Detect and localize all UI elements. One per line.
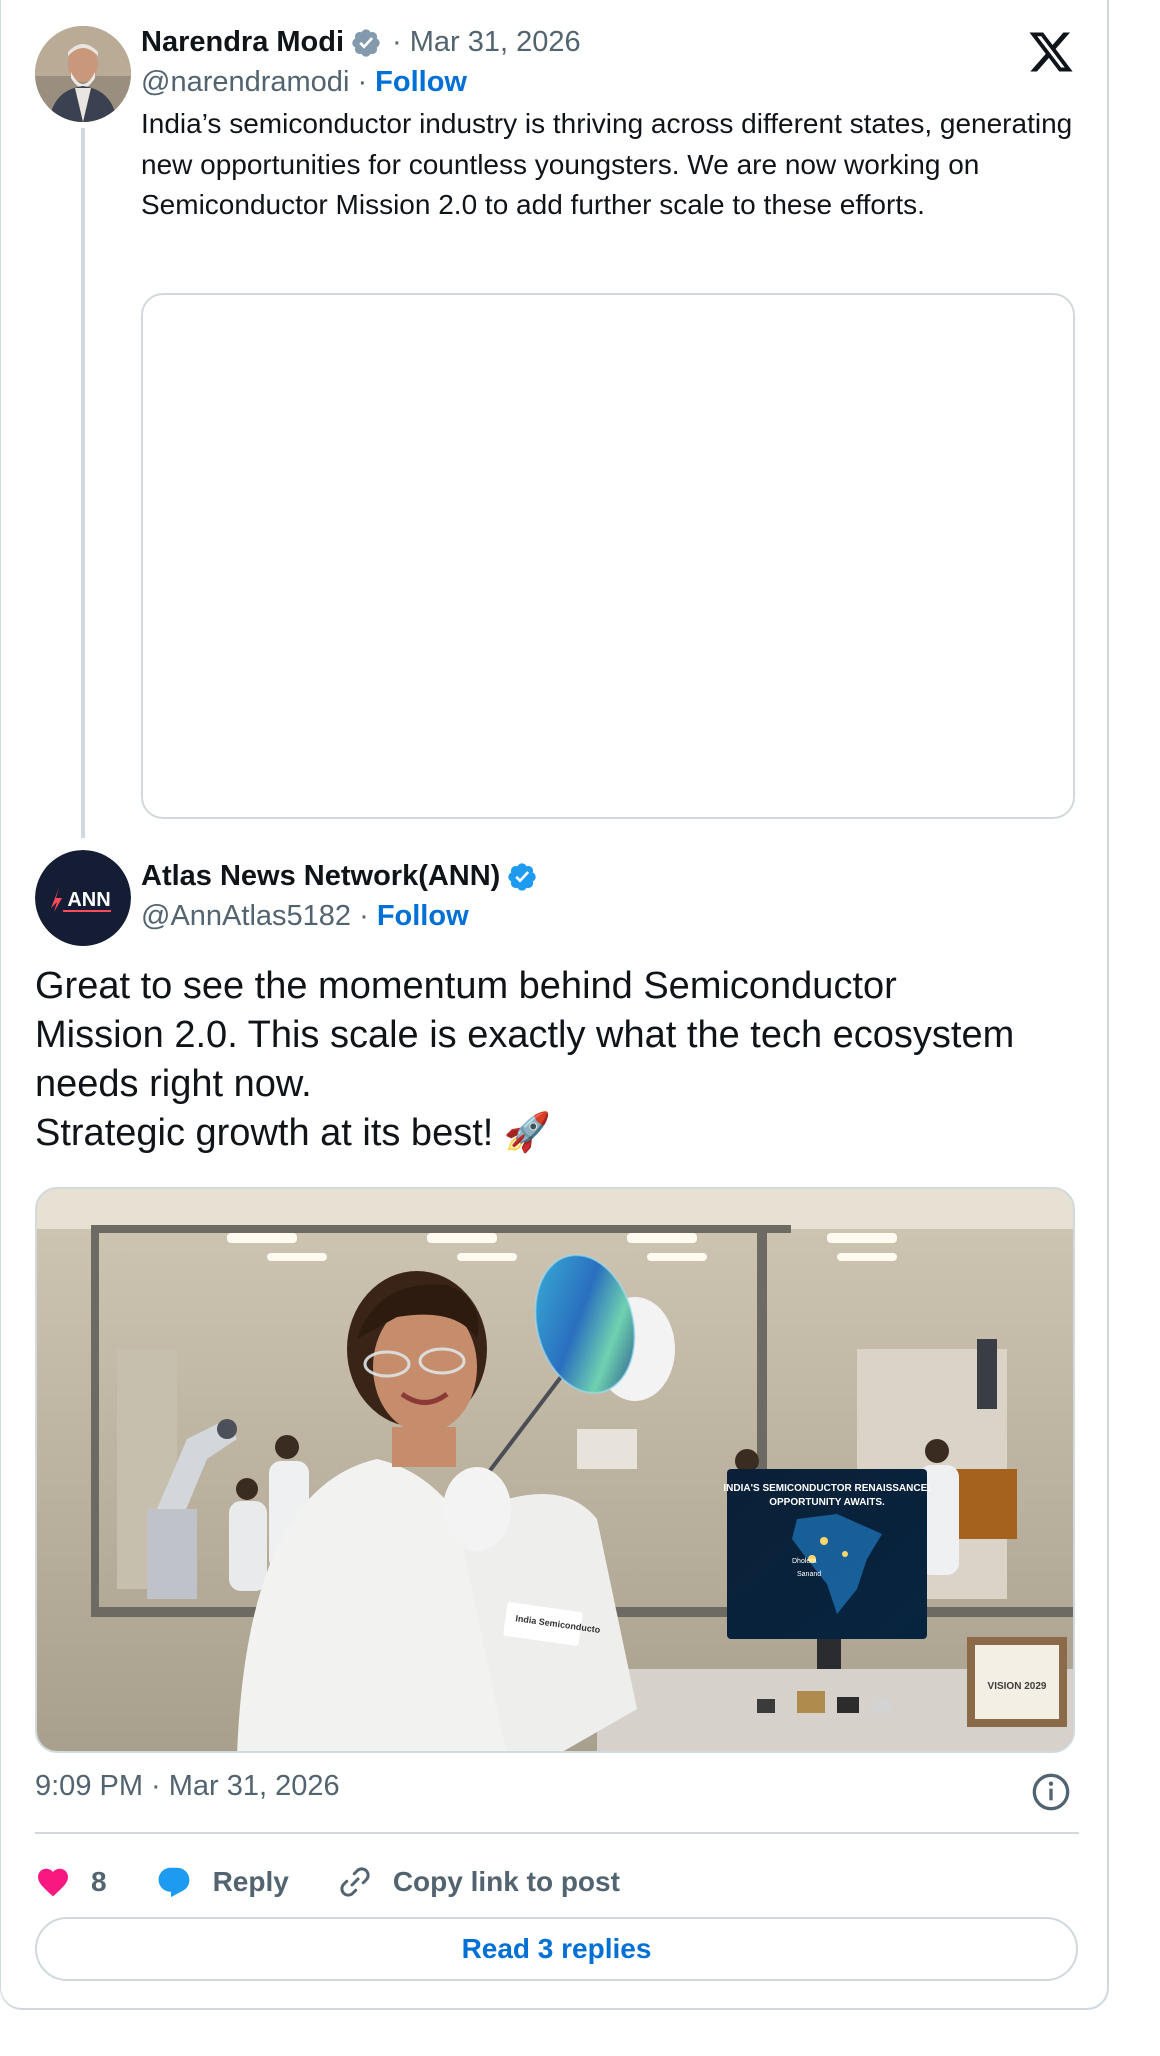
quoted-author-row: Narendra Modi · Mar 31, 2026: [141, 26, 581, 59]
ann-avatar[interactable]: ANN: [35, 850, 131, 946]
post-image[interactable]: INDIA'S SEMICONDUCTOR RENAISSANCE: OPPOR…: [35, 1187, 1075, 1753]
post-text-line: needs right now.: [35, 1063, 312, 1105]
author-name[interactable]: Atlas News Network(ANN): [141, 860, 500, 893]
info-icon[interactable]: [1031, 1772, 1071, 1812]
reply-button[interactable]: Reply: [155, 1864, 289, 1900]
reply-bubble-icon: [158, 1867, 189, 1898]
quoted-author-name[interactable]: Narendra Modi: [141, 26, 344, 59]
action-bar: 8 Reply Copy link to post: [35, 1854, 668, 1910]
read-replies-button[interactable]: Read 3 replies: [35, 1917, 1078, 1981]
handle-separator: ·: [357, 66, 376, 98]
map-label: Sanand: [797, 1571, 821, 1578]
map-label: Dholera: [792, 1558, 817, 1565]
heart-icon: [38, 1868, 68, 1897]
verified-icon: [352, 28, 380, 57]
like-button[interactable]: 8: [35, 1864, 107, 1900]
narendra-modi-avatar[interactable]: [35, 26, 131, 122]
divider: [35, 1832, 1079, 1834]
monitor-title-text: INDIA'S SEMICONDUCTOR RENAISSANCE:: [723, 1483, 930, 1494]
post-text-line: Great to see the momentum behind Semicon…: [35, 965, 897, 1007]
quoted-date-separator: ·: [392, 26, 402, 58]
embedded-post-card: Narendra Modi · Mar 31, 2026 @narendramo…: [0, 0, 1109, 2010]
quoted-media-placeholder[interactable]: [141, 293, 1075, 819]
post-text-line: Mission 2.0. This scale is exactly what …: [35, 1014, 1015, 1056]
like-count: 8: [91, 1866, 107, 1897]
copy-link-button[interactable]: Copy link to post: [337, 1864, 620, 1900]
handle-separator: ·: [359, 900, 377, 932]
quoted-follow-button[interactable]: Follow: [375, 66, 467, 98]
x-logo-icon[interactable]: [1027, 28, 1075, 76]
quoted-date[interactable]: Mar 31, 2026: [410, 26, 581, 59]
link-icon: [340, 1867, 370, 1897]
author-handle[interactable]: @AnnAtlas5182: [141, 900, 351, 932]
author-row: Atlas News Network(ANN): [141, 860, 538, 893]
follow-button[interactable]: Follow: [377, 900, 469, 932]
ann-avatar-text: ANN: [67, 889, 110, 911]
quoted-handle[interactable]: @narendramodi: [141, 66, 349, 98]
quoted-handle-row: @narendramodi · Follow: [141, 66, 467, 99]
handle-row: @AnnAtlas5182 · Follow: [141, 900, 469, 933]
monitor-subtitle-text: OPPORTUNITY AWAITS.: [769, 1497, 885, 1508]
plaque-text: VISION 2029: [988, 1681, 1047, 1692]
copy-link-label: Copy link to post: [392, 1866, 620, 1897]
thread-connector-line: [81, 128, 85, 838]
verified-icon: [508, 862, 537, 891]
quoted-post-text: India’s semiconductor industry is thrivi…: [141, 108, 1073, 220]
post-text: Great to see the momentum behind Semicon…: [35, 962, 1095, 1158]
post-timestamp[interactable]: 9:09 PM · Mar 31, 2026: [35, 1770, 340, 1803]
post-text-line: Strategic growth at its best! 🚀: [35, 1112, 552, 1154]
reply-label: Reply: [212, 1866, 289, 1897]
